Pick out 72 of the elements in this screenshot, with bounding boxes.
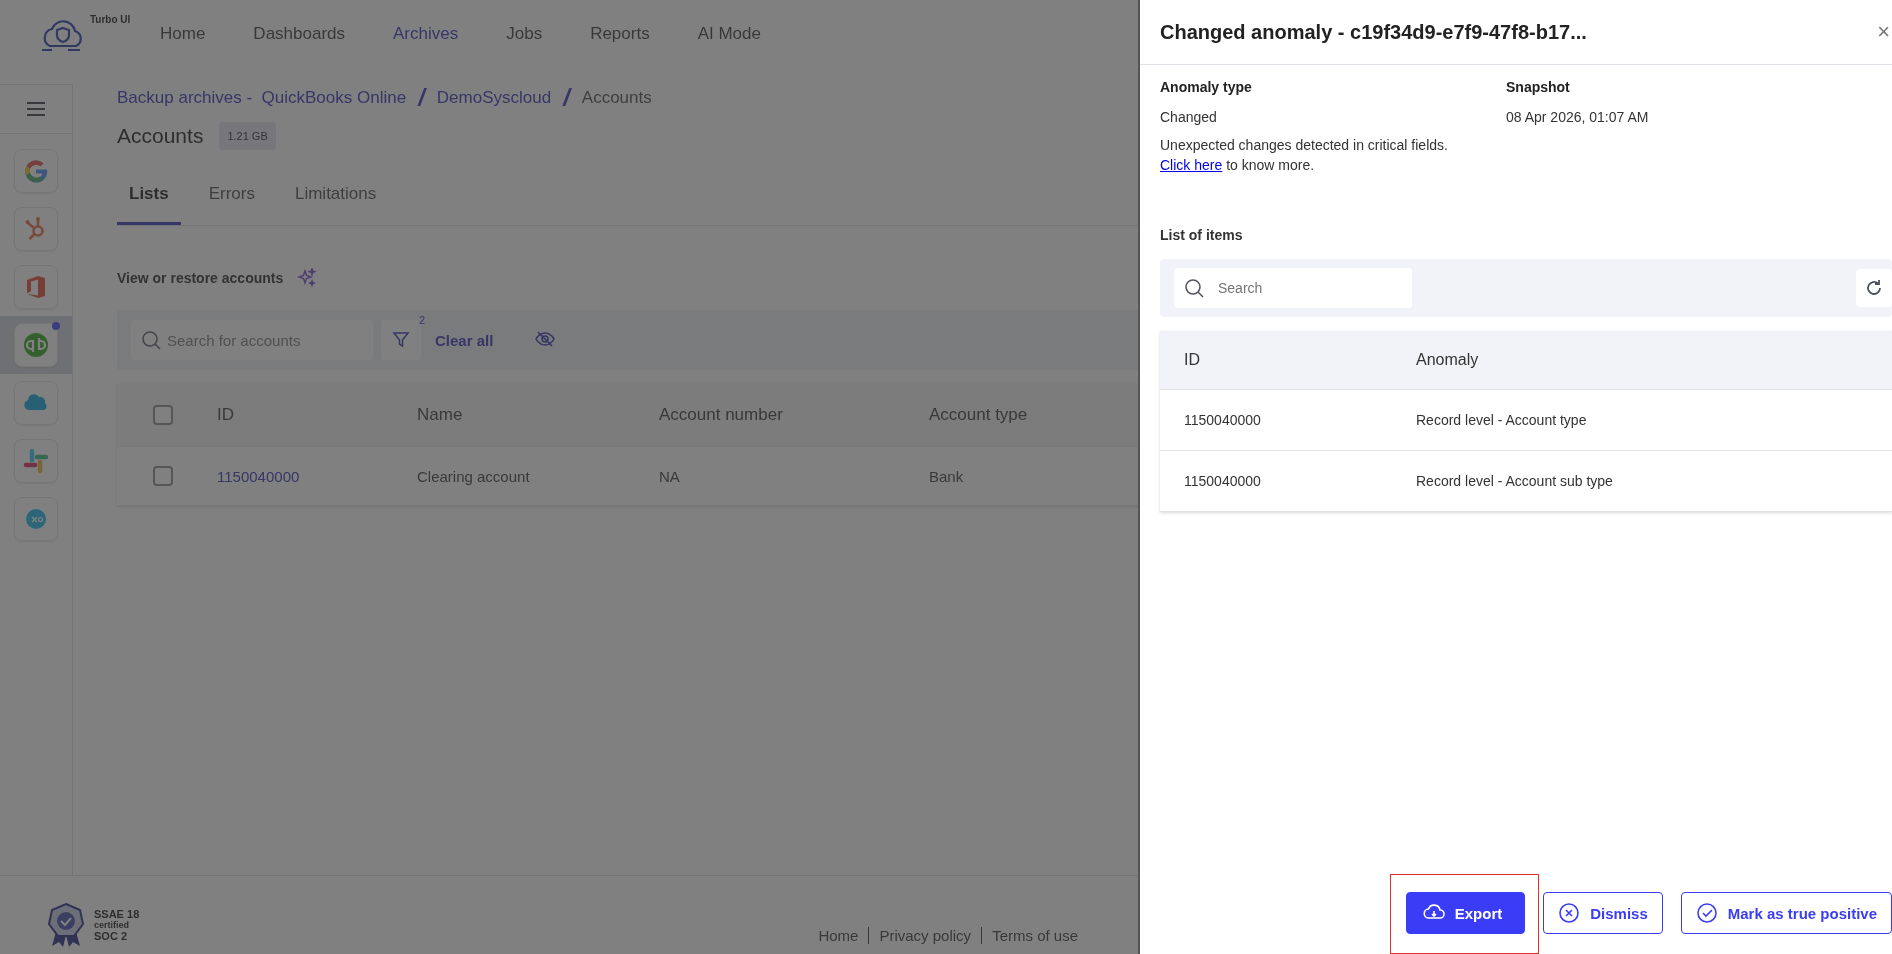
field-value: Changed	[1160, 109, 1218, 125]
eye-slash-icon	[535, 329, 556, 348]
check-circle-icon	[1695, 902, 1718, 924]
table-cell-text: 1150040000	[1183, 412, 1262, 428]
search-field[interactable]: Search	[1174, 268, 1412, 308]
sparkle-icon	[297, 268, 318, 288]
description-text: to know more.	[1225, 157, 1315, 173]
table-cell-text: Clearing account	[417, 467, 531, 485]
close-button[interactable]: ×	[1875, 19, 1892, 45]
logo-text: Turbo UI	[90, 14, 131, 25]
filter-count: 2	[418, 314, 425, 326]
certification-label: certified	[94, 920, 130, 930]
filter-icon	[392, 331, 410, 349]
footer-link[interactable]: Home	[808, 927, 869, 944]
column-header: Anomaly	[1416, 351, 1479, 369]
page-title: Accounts	[117, 124, 204, 148]
breadcrumb-separator: /	[418, 84, 425, 112]
description-text: Unexpected changes detected in critical fields.	[1160, 136, 1449, 155]
column-header: ID	[217, 405, 235, 425]
nav-link[interactable]: AI Mode	[697, 18, 761, 50]
breadcrumb-link[interactable]: DemoSyscloud	[436, 88, 552, 108]
app-button[interactable]	[0, 316, 72, 374]
footer-link[interactable]: Privacy policy	[868, 927, 982, 944]
tab[interactable]: Limitations	[282, 176, 389, 225]
certification-label: SOC 2	[94, 930, 128, 942]
section-title: View or restore accounts	[117, 270, 284, 286]
action-button[interactable]: Mark as true positive	[1680, 892, 1892, 934]
table-cell: Record level - Account sub type	[1416, 473, 1613, 489]
id-link[interactable]: 1150040000	[217, 467, 417, 485]
qb-logo-icon	[23, 332, 49, 358]
row-checkbox[interactable]	[153, 466, 173, 486]
nav-link[interactable]: Reports	[590, 18, 650, 50]
select-all-checkbox[interactable]	[153, 405, 173, 425]
table-cell-text: 1150040000	[1183, 473, 1262, 489]
table-cell-text: NA	[659, 467, 681, 485]
close-circle-icon	[1558, 902, 1581, 924]
field-value: 08 Apr 2026, 01:07 AM	[1506, 109, 1650, 125]
tab[interactable]: Lists	[117, 176, 181, 225]
size-badge: 1.21 GB	[219, 122, 276, 150]
footer-link[interactable]: Terms of use	[981, 927, 1088, 944]
breadcrumb-link[interactable]: Backup archives - QuickBooks Online	[117, 88, 407, 108]
field-label: Snapshot	[1506, 79, 1571, 95]
xero-logo-icon	[23, 506, 49, 532]
certification-label: SSAE 18	[94, 908, 140, 920]
action-button[interactable]: Dismiss	[1543, 892, 1663, 934]
search-icon	[141, 330, 161, 350]
panel-title: Changed anomaly - c19f34d9-e7f9-47f8-b17...	[1160, 20, 1587, 44]
know-more-link[interactable]: Click here	[1160, 157, 1223, 173]
column-header: Name	[417, 405, 464, 425]
action-button[interactable]: Export	[1405, 892, 1526, 934]
column-header: ID	[1183, 351, 1201, 369]
refresh-icon	[1865, 279, 1883, 297]
refresh-button[interactable]	[1856, 269, 1892, 307]
nav-link[interactable]: Archives	[393, 18, 459, 50]
field-label: Anomaly type	[1160, 79, 1253, 95]
certification-badge-icon	[46, 902, 86, 948]
column-header: Account number	[659, 405, 784, 425]
slack-logo-icon	[23, 448, 49, 474]
column-header: Account type	[929, 405, 1029, 425]
google-logo-icon	[23, 158, 49, 184]
breadcrumb-current: Accounts	[581, 88, 652, 108]
nav-link[interactable]: Home	[160, 18, 206, 50]
search-icon	[1184, 278, 1204, 298]
nav-link[interactable]: Dashboards	[253, 18, 346, 50]
table-cell: Record level - Account type	[1416, 412, 1587, 428]
table-cell-text: Bank	[929, 467, 965, 485]
tab[interactable]: Errors	[196, 176, 267, 225]
menu-icon	[26, 102, 46, 116]
nav-link[interactable]: Jobs	[506, 18, 543, 50]
clear-all-link[interactable]: Clear all	[435, 331, 494, 349]
list-title: List of items	[1160, 227, 1244, 243]
breadcrumb-separator: /	[563, 84, 570, 112]
